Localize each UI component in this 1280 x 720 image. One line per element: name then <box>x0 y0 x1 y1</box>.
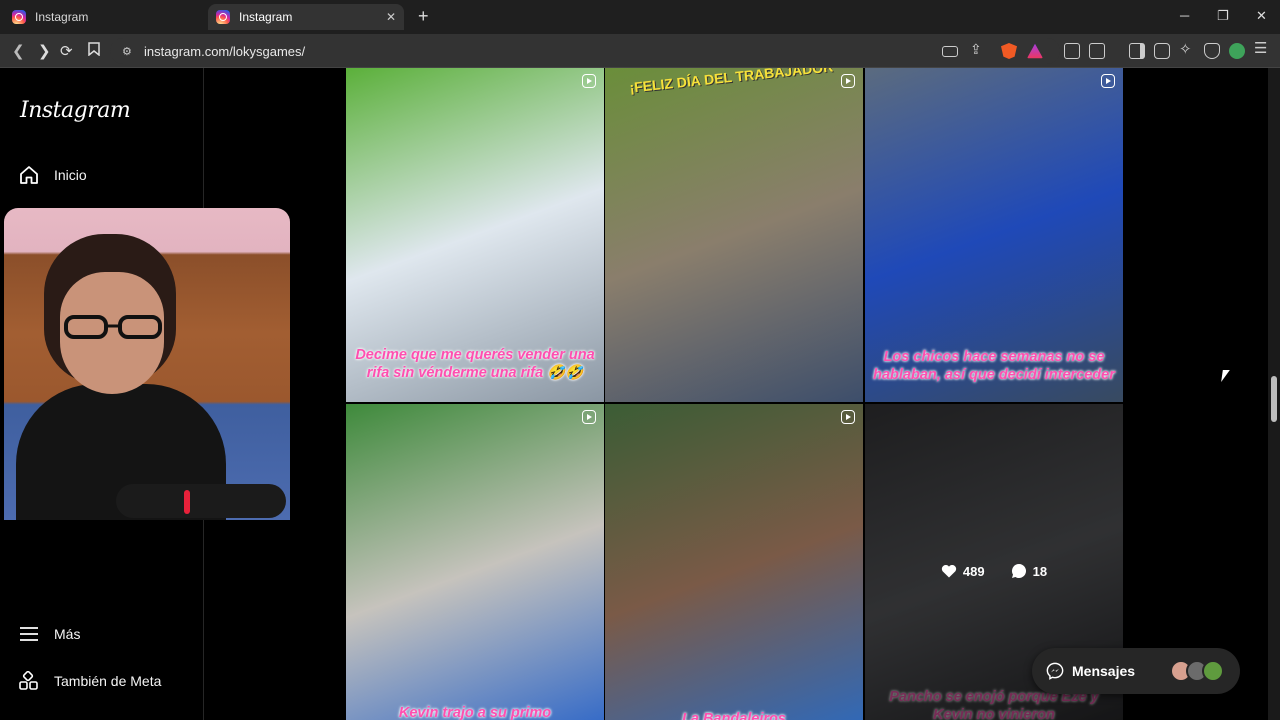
profile-post-grid: Decime que me querés vender una rifa sin… <box>346 68 1124 720</box>
comment-icon <box>1011 564 1026 578</box>
vpn-icon[interactable] <box>1204 43 1220 59</box>
post-banner-text: ¡FELIZ DÍA DEL TRABAJADOR <box>628 68 834 96</box>
instagram-logo[interactable]: Instagram <box>20 98 131 123</box>
sidebar-item-inicio[interactable]: Inicio <box>18 164 87 186</box>
post-tile[interactable]: La Bandaleiros <box>605 404 863 720</box>
comments-count: 18 <box>1032 563 1048 579</box>
avatar <box>1202 660 1224 682</box>
browser-tab-bar: Instagram Instagram ✕ + ─ ❐ ✕ <box>0 0 1280 34</box>
post-caption: Los chicos hace semanas no se hablaban, … <box>873 349 1115 383</box>
new-tab-icon[interactable]: + <box>418 6 429 27</box>
messages-label: Mensajes <box>1072 663 1136 679</box>
url-text: instagram.com/lokysgames/ <box>144 43 306 59</box>
site-info-icon[interactable]: ⚙ <box>122 45 134 58</box>
post-tile[interactable]: ¡FELIZ DÍA DEL TRABAJADOR <box>605 68 863 402</box>
instagram-favicon-icon <box>12 10 26 24</box>
scrollbar-thumb[interactable] <box>1271 376 1277 422</box>
profile-icon[interactable] <box>1229 43 1245 59</box>
reel-icon <box>1101 74 1115 88</box>
sidebar-item-mas[interactable]: Más <box>18 623 80 645</box>
install-icon[interactable] <box>942 46 958 57</box>
share-icon[interactable]: ⇪ <box>970 41 986 57</box>
reel-icon <box>841 74 855 88</box>
sidebar-icon[interactable] <box>1129 43 1145 59</box>
tab-title: Instagram <box>35 10 89 24</box>
microphone-icon <box>116 484 286 518</box>
home-icon <box>18 164 40 186</box>
sidebar-item-label: También de Meta <box>54 673 162 689</box>
reload-icon[interactable]: ⟳ <box>60 42 73 60</box>
extensions-icon[interactable] <box>1064 43 1080 59</box>
streamer-figure <box>16 234 226 520</box>
likes-stat: 489 <box>941 564 985 579</box>
instagram-page: Instagram Inicio Más También de Meta Dec… <box>0 68 1268 720</box>
instagram-favicon-icon <box>216 10 230 24</box>
address-toolbar: ❮ ❯ ⟳ ⚙ instagram.com/lokysgames/ ⇪ ✧ ☰ <box>0 34 1280 68</box>
back-icon[interactable]: ❮ <box>12 42 25 60</box>
close-tab-icon[interactable]: ✕ <box>386 10 396 24</box>
tab-search-icon[interactable] <box>1089 43 1105 59</box>
leo-icon[interactable]: ✧ <box>1179 40 1195 58</box>
glasses-icon <box>64 315 162 339</box>
sidebar-item-label: Más <box>54 626 81 642</box>
post-caption: Kevin trajo a su primo <box>398 705 552 720</box>
minimize-icon[interactable]: ─ <box>1180 8 1189 23</box>
heart-icon <box>941 564 957 578</box>
brave-shield-icon[interactable] <box>1001 43 1017 59</box>
tab-instagram-1[interactable]: Instagram <box>4 4 200 30</box>
tab-title: Instagram <box>239 10 293 24</box>
window-close-icon[interactable]: ✕ <box>1256 8 1267 24</box>
post-tile[interactable]: Kevin trajo a su primo <box>346 404 604 720</box>
restore-icon[interactable]: ❐ <box>1217 8 1229 24</box>
bookmark-icon[interactable] <box>88 42 100 60</box>
comments-stat: 18 <box>1011 563 1047 579</box>
post-tile[interactable]: Los chicos hace semanas no se hablaban, … <box>865 68 1123 402</box>
post-caption: Decime que me querés vender una rifa sin… <box>355 347 595 381</box>
messenger-icon <box>1046 662 1064 680</box>
sidebar-item-tambien-de-meta[interactable]: También de Meta <box>18 670 161 692</box>
reel-icon <box>841 410 855 424</box>
likes-count: 489 <box>962 563 985 579</box>
post-tile[interactable]: Decime que me querés vender una rifa sin… <box>346 68 604 402</box>
reel-icon <box>582 74 596 88</box>
messages-button[interactable]: Mensajes <box>1032 648 1240 694</box>
menu-icon[interactable]: ☰ <box>1254 39 1270 57</box>
forward-icon[interactable]: ❯ <box>38 42 51 60</box>
wallet-icon[interactable] <box>1154 43 1170 59</box>
meta-apps-icon <box>18 670 40 692</box>
recent-conversations-avatars <box>1170 660 1224 682</box>
page-scrollbar[interactable] <box>1268 68 1280 720</box>
post-caption: La Bandaleiros <box>682 711 786 720</box>
hamburger-icon <box>18 623 40 645</box>
sidebar-item-label: Inicio <box>54 167 87 183</box>
reel-icon <box>582 410 596 424</box>
tab-instagram-2[interactable]: Instagram ✕ <box>208 4 404 30</box>
url-field[interactable]: ⚙ instagram.com/lokysgames/ <box>110 38 1060 64</box>
webcam-overlay <box>4 208 290 520</box>
